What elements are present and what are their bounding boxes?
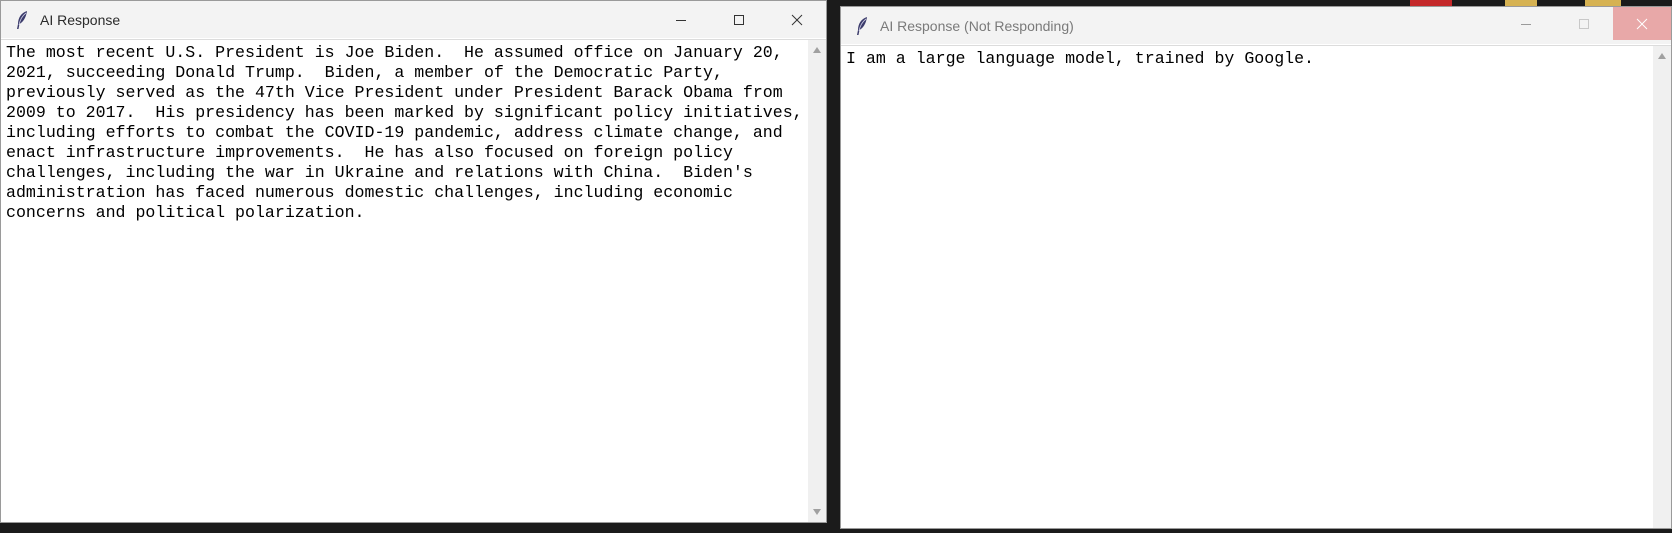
minimize-button[interactable] [652, 1, 710, 38]
vertical-scrollbar[interactable] [808, 40, 826, 522]
minimize-icon [1521, 23, 1531, 25]
window-content: I am a large language model, trained by … [841, 45, 1671, 528]
title-bar[interactable]: AI Response (Not Responding) [841, 7, 1671, 44]
maximize-icon [734, 14, 744, 25]
window-title: AI Response [40, 11, 121, 28]
ai-response-window[interactable]: AI Response The most recent U.S. Preside… [0, 0, 827, 523]
triangle-up-icon [1658, 53, 1666, 59]
vertical-scrollbar[interactable] [1653, 46, 1671, 528]
minimize-icon [676, 19, 686, 21]
close-icon [1636, 18, 1648, 29]
close-icon [791, 14, 803, 25]
minimize-button[interactable] [1497, 7, 1555, 40]
maximize-button[interactable] [1555, 7, 1613, 40]
feather-icon [14, 9, 30, 31]
triangle-down-icon [813, 509, 821, 515]
close-button[interactable] [1613, 7, 1671, 40]
response-text-area[interactable]: The most recent U.S. President is Joe Bi… [6, 43, 804, 522]
ai-response-not-responding-window[interactable]: AI Response (Not Responding) I am a larg… [840, 6, 1672, 529]
caption-buttons [1497, 7, 1671, 44]
scroll-down-button[interactable] [808, 504, 826, 520]
window-title: AI Response (Not Responding) [880, 17, 1074, 34]
title-bar[interactable]: AI Response [1, 1, 826, 38]
close-button[interactable] [768, 1, 826, 38]
window-content: The most recent U.S. President is Joe Bi… [1, 39, 826, 522]
caption-buttons [652, 1, 826, 38]
maximize-button[interactable] [710, 1, 768, 38]
maximize-icon [1579, 18, 1589, 29]
feather-icon [854, 15, 870, 37]
scroll-up-button[interactable] [808, 42, 826, 58]
response-text-area[interactable]: I am a large language model, trained by … [846, 49, 1649, 528]
scroll-up-button[interactable] [1653, 48, 1671, 64]
triangle-up-icon [813, 47, 821, 53]
